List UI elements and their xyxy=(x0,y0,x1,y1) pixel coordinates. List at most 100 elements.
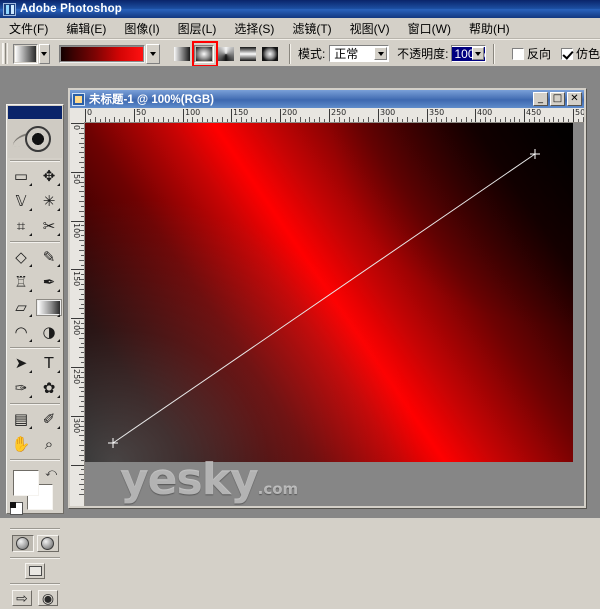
crop-tool[interactable]: ⌗ xyxy=(7,214,35,239)
angle-gradient-button[interactable] xyxy=(216,44,237,63)
opacity-label: 不透明度: xyxy=(397,47,449,61)
eyedropper-tool[interactable]: ✐ xyxy=(35,407,63,432)
move-tool[interactable]: ✥ xyxy=(35,164,63,189)
ruler-h-label: 100 xyxy=(185,108,201,117)
menu-file[interactable]: 文件(F) xyxy=(0,18,57,39)
color-swatches: ⤺ xyxy=(7,464,63,526)
watermark: yesky.com 天极网 xyxy=(120,458,299,506)
quick-mask-mode-button[interactable] xyxy=(36,535,59,552)
ruler-h-label: 300 xyxy=(380,108,396,117)
tool-grid-4: ▤ ✐ ✋ ⌕ xyxy=(7,407,63,457)
menu-filter[interactable]: 滤镜(T) xyxy=(283,18,340,39)
watermark-dotcom: .com xyxy=(257,480,299,498)
notes-tool[interactable]: ▤ xyxy=(7,407,35,432)
slice-tool[interactable]: ✂ xyxy=(35,214,63,239)
reflected-gradient-button[interactable] xyxy=(238,44,259,63)
dodge-tool[interactable]: ◑ xyxy=(35,320,63,345)
toolbox-divider-3 xyxy=(10,347,60,349)
tool-grid-2: ◇ ✎ ♖ ✒ ▱ ◠ ◑ xyxy=(7,245,63,345)
gradient-tool-icon xyxy=(36,299,62,316)
magic-wand-tool[interactable]: ✳ xyxy=(35,189,63,214)
ruler-h-label: 500 xyxy=(575,108,584,117)
mask-mode-bar xyxy=(7,532,63,555)
blur-tool[interactable]: ◠ xyxy=(7,320,35,345)
toolbox-banner-icon xyxy=(8,120,62,158)
minimize-button[interactable]: _ xyxy=(533,92,548,106)
reverse-checkbox-row[interactable]: 反向 xyxy=(511,45,551,62)
zoom-tool[interactable]: ⌕ xyxy=(35,432,63,457)
document-icon xyxy=(72,92,85,106)
maximize-button[interactable]: □ xyxy=(550,92,565,106)
pen-tool[interactable]: ✑ xyxy=(7,376,35,401)
gradient-canvas[interactable] xyxy=(85,123,573,462)
options-bar-grip[interactable] xyxy=(2,43,9,64)
menu-help[interactable]: 帮助(H) xyxy=(460,18,519,39)
eraser-tool[interactable]: ▱ xyxy=(7,295,35,320)
ruler-h-label: 250 xyxy=(331,108,347,117)
jump-to-browser-icon[interactable]: ◉ xyxy=(38,590,58,606)
path-selection-tool[interactable]: ➤ xyxy=(7,351,35,376)
gradient-preview-swatch[interactable] xyxy=(59,44,146,63)
blend-mode-chevron-down-icon[interactable] xyxy=(374,47,388,60)
tool-preset-chevron-down-icon[interactable] xyxy=(38,43,51,64)
rectangular-marquee-tool[interactable]: ▭ xyxy=(7,164,35,189)
opacity-chevron-down-icon[interactable] xyxy=(472,47,485,60)
options-separator-1 xyxy=(289,43,291,64)
gradient-picker-chevron-down-icon[interactable] xyxy=(146,43,161,64)
menu-window[interactable]: 窗口(W) xyxy=(399,18,460,39)
blend-mode-select[interactable]: 正常 xyxy=(329,45,390,62)
toolbox-divider-4 xyxy=(10,403,60,405)
document-title: 未标题-1 @ 100%(RGB) xyxy=(89,94,214,106)
gradient-end-crosshair-icon xyxy=(530,149,540,159)
hand-tool[interactable]: ✋ xyxy=(7,432,35,457)
lasso-tool[interactable]: 𝕍 xyxy=(7,189,35,214)
vertical-ruler[interactable]: 0 50 100 150 200 250 300 xyxy=(70,122,85,506)
dither-checkbox[interactable] xyxy=(560,47,573,60)
toolbox-title-bar[interactable] xyxy=(8,106,62,119)
ruler-corner[interactable] xyxy=(70,108,85,123)
foreground-color-swatch[interactable] xyxy=(13,470,39,496)
clone-stamp-tool[interactable]: ♖ xyxy=(7,270,35,295)
document-title-bar[interactable]: 未标题-1 @ 100%(RGB) _ □ ✕ xyxy=(70,90,584,108)
standard-mask-mode-button[interactable] xyxy=(11,535,34,552)
radial-gradient-button[interactable] xyxy=(194,44,215,63)
reverse-checkbox[interactable] xyxy=(511,47,524,60)
gradient-tool-preset-preview[interactable] xyxy=(13,43,38,64)
ruler-v-label: 150 xyxy=(72,271,81,287)
default-colors-icon[interactable] xyxy=(10,502,23,515)
photoshop-window: Adobe Photoshop 文件(F) 编辑(E) 图像(I) 图层(L) … xyxy=(0,0,600,606)
menu-image[interactable]: 图像(I) xyxy=(115,18,168,39)
diamond-gradient-button[interactable] xyxy=(260,44,281,63)
document-body: 0 50 100 150 200 250 300 350 400 450 500 0 50 100 150… xyxy=(70,108,584,506)
menu-edit[interactable]: 编辑(E) xyxy=(57,18,115,39)
brush-tool[interactable]: ✎ xyxy=(35,245,63,270)
ruler-h-label: 200 xyxy=(282,108,298,117)
menu-select[interactable]: 选择(S) xyxy=(225,18,283,39)
gradient-type-group xyxy=(172,40,282,67)
ruler-v-label: 100 xyxy=(72,223,81,239)
healing-brush-tool[interactable]: ◇ xyxy=(7,245,35,270)
reverse-label: 反向 xyxy=(526,47,551,61)
type-tool[interactable]: T xyxy=(35,351,63,376)
app-title: Adobe Photoshop xyxy=(20,3,123,15)
ruler-h-label: 0 xyxy=(87,108,93,117)
swap-arrows-icon[interactable]: ⤺ xyxy=(45,467,57,480)
history-brush-tool[interactable]: ✒ xyxy=(35,270,63,295)
workspace: ▭ ✥ 𝕍 ✳ ⌗ ✂ ◇ ✎ ♖ ✒ ▱ ◠ ◑ ➤ T ✑ ✿ ▤ ✐ ✋ … xyxy=(0,66,600,606)
standard-screen-mode-button[interactable] xyxy=(25,563,45,579)
custom-shape-tool[interactable]: ✿ xyxy=(35,376,63,401)
jump-to-imageready-icon[interactable]: ⇨ xyxy=(12,590,32,606)
close-button[interactable]: ✕ xyxy=(567,92,582,106)
ruler-h-label: 450 xyxy=(526,108,542,117)
linear-gradient-button[interactable] xyxy=(172,44,193,63)
opacity-input[interactable]: 100% xyxy=(451,45,487,62)
document-window: 未标题-1 @ 100%(RGB) _ □ ✕ 0 50 100 150 200 250 3… xyxy=(68,88,586,508)
gradient-tool[interactable] xyxy=(35,295,63,320)
ruler-h-label: 50 xyxy=(136,108,147,117)
dither-checkbox-row[interactable]: 仿色 xyxy=(560,45,600,62)
menu-layer[interactable]: 图层(L) xyxy=(169,18,226,39)
canvas-scroll-area: yesky.com 天极网 xyxy=(85,123,584,506)
ruler-v-label: 0 xyxy=(72,125,81,131)
horizontal-ruler[interactable]: 0 50 100 150 200 250 300 350 400 450 500 xyxy=(84,108,584,123)
menu-view[interactable]: 视图(V) xyxy=(341,18,399,39)
